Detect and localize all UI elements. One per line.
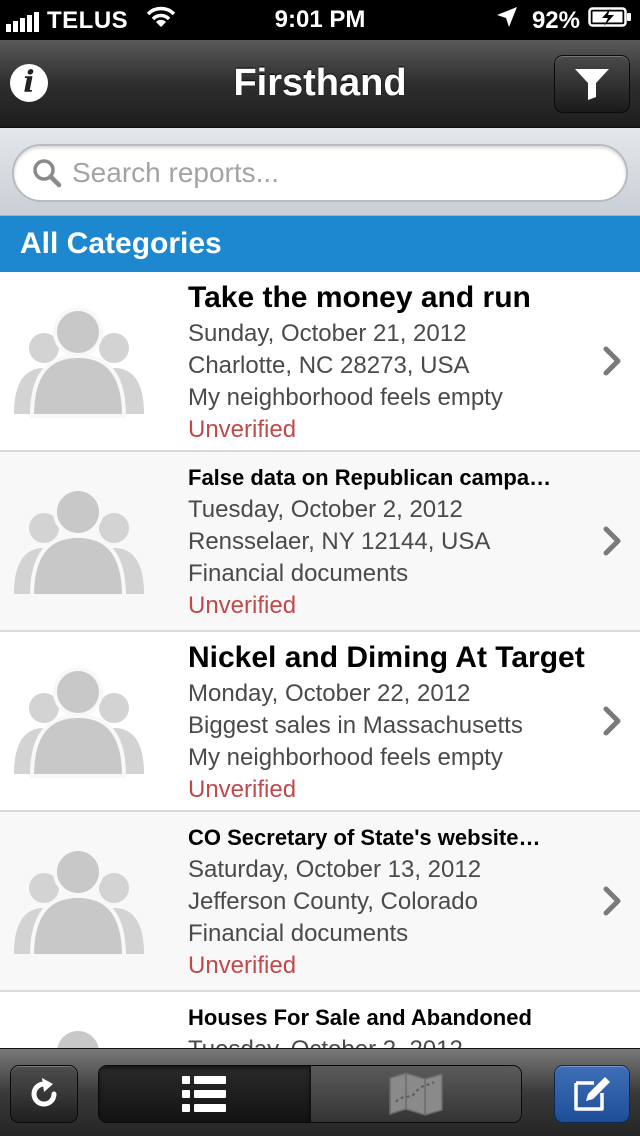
search-field[interactable] bbox=[12, 144, 628, 202]
list-item-text: CO Secretary of State's website… Saturda… bbox=[188, 818, 598, 982]
report-category: Financial documents bbox=[188, 560, 409, 587]
report-category: Financial documents bbox=[188, 920, 409, 947]
bottom-toolbar bbox=[0, 1048, 640, 1136]
report-title: False data on Republican campa… bbox=[188, 465, 552, 490]
report-date: Tuesday, October 2, 2012 bbox=[188, 1034, 598, 1048]
report-category: My neighborhood feels empty bbox=[188, 384, 503, 411]
section-header: All Categories bbox=[0, 216, 640, 272]
battery-charging-icon bbox=[588, 6, 632, 35]
report-title: Houses For Sale and Abandoned bbox=[188, 1005, 532, 1030]
search-icon bbox=[33, 159, 62, 188]
reports-list[interactable]: Take the money and run Sunday, October 2… bbox=[0, 272, 640, 1048]
report-date: Tuesday, October 2, 2012 bbox=[188, 496, 463, 523]
map-icon bbox=[389, 1072, 443, 1116]
list-icon bbox=[182, 1076, 227, 1112]
report-date: Sunday, October 21, 2012 bbox=[188, 320, 467, 347]
compose-icon bbox=[574, 1077, 610, 1111]
list-item-text: Take the money and run Sunday, October 2… bbox=[188, 278, 598, 446]
view-mode-segmented-control[interactable] bbox=[98, 1065, 522, 1123]
people-avatar-icon bbox=[53, 1027, 103, 1048]
status-bar: TELUS 9:01 PM 92% bbox=[0, 0, 640, 40]
list-item[interactable]: False data on Republican campa… Tuesday,… bbox=[0, 452, 640, 632]
location-arrow-icon bbox=[496, 6, 518, 35]
report-date: Monday, October 22, 2012 bbox=[188, 680, 471, 707]
list-item[interactable]: Nickel and Diming At Target Monday, Octo… bbox=[0, 632, 640, 812]
compose-report-button[interactable] bbox=[554, 1065, 630, 1123]
people-avatar-icon bbox=[14, 307, 144, 418]
filter-button[interactable] bbox=[554, 55, 630, 113]
report-status: Unverified bbox=[188, 776, 297, 803]
report-title: Nickel and Diming At Target bbox=[188, 641, 585, 674]
report-category: My neighborhood feels empty bbox=[188, 744, 503, 771]
search-input[interactable] bbox=[72, 157, 592, 189]
list-view-tab[interactable] bbox=[99, 1066, 310, 1122]
people-avatar-icon bbox=[14, 667, 144, 778]
report-date: Saturday, October 13, 2012 bbox=[188, 856, 482, 883]
list-item-text: False data on Republican campa… Tuesday,… bbox=[188, 458, 598, 622]
map-view-tab[interactable] bbox=[309, 1066, 521, 1122]
search-bar bbox=[0, 128, 640, 216]
list-item[interactable]: CO Secretary of State's website… Saturda… bbox=[0, 812, 640, 992]
page-title: Firsthand bbox=[233, 62, 407, 104]
filter-funnel-icon bbox=[575, 69, 609, 100]
chevron-right-icon bbox=[603, 346, 621, 376]
chevron-right-icon bbox=[603, 706, 621, 736]
report-status: Unverified bbox=[188, 952, 297, 979]
navigation-bar: i Firsthand bbox=[0, 40, 640, 128]
report-location: Biggest sales in Massachusetts bbox=[188, 712, 523, 739]
report-status: Unverified bbox=[188, 592, 297, 619]
chevron-right-icon bbox=[603, 886, 621, 916]
chevron-right-icon bbox=[603, 526, 621, 556]
list-item[interactable]: Take the money and run Sunday, October 2… bbox=[0, 272, 640, 452]
report-title: Take the money and run bbox=[188, 281, 531, 314]
status-right: 92% bbox=[496, 6, 632, 35]
report-status: Unverified bbox=[188, 416, 297, 443]
list-item[interactable]: Houses For Sale and Abandoned Tuesday, O… bbox=[0, 992, 640, 1048]
list-item-text: Nickel and Diming At Target Monday, Octo… bbox=[188, 638, 598, 806]
people-avatar-icon bbox=[14, 487, 144, 598]
report-location: Jefferson County, Colorado bbox=[188, 888, 478, 915]
refresh-icon bbox=[31, 1078, 57, 1107]
list-item-text: Houses For Sale and Abandoned Tuesday, O… bbox=[188, 998, 598, 1048]
refresh-button[interactable] bbox=[10, 1065, 78, 1123]
report-location: Charlotte, NC 28273, USA bbox=[188, 352, 470, 379]
battery-percentage: 92% bbox=[531, 6, 580, 34]
report-title: CO Secretary of State's website… bbox=[188, 825, 541, 850]
people-avatar-icon bbox=[14, 847, 144, 958]
report-location: Rensselaer, NY 12144, USA bbox=[188, 528, 491, 555]
